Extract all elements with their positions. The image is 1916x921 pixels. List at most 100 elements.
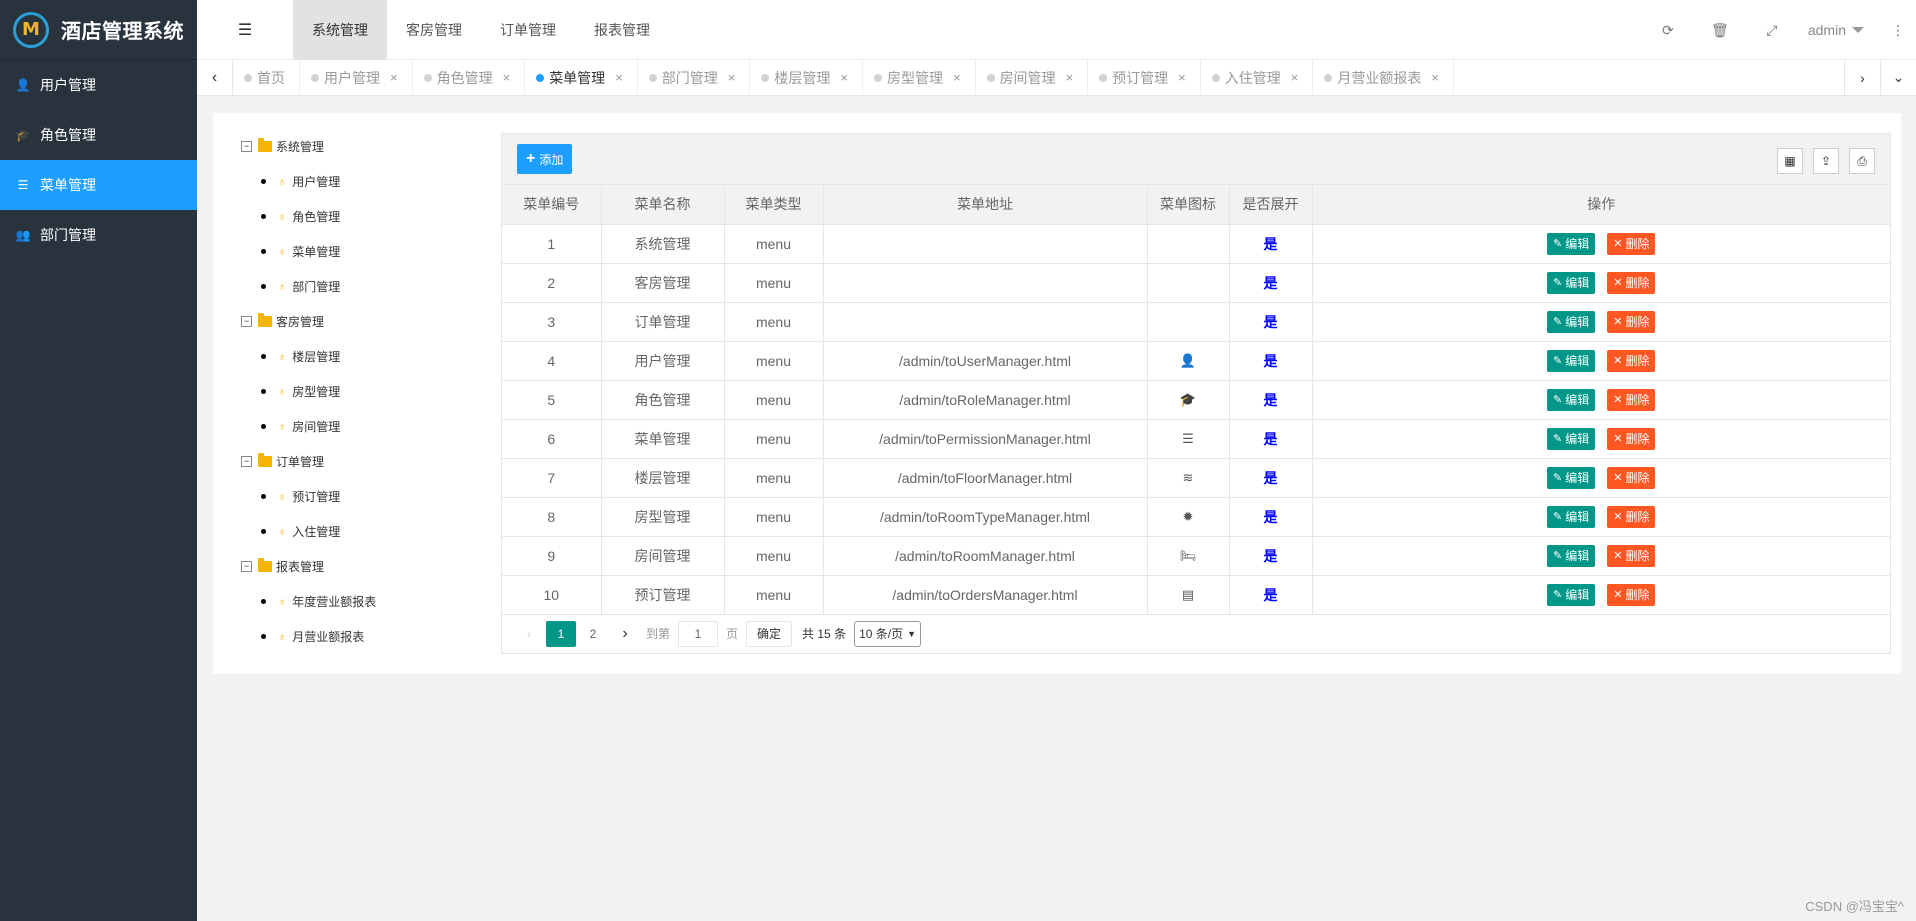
delete-button[interactable]: ✕ 删除 <box>1607 310 1656 333</box>
columns-filter-icon[interactable]: ▦ <box>1777 148 1803 174</box>
leaf-icon: ♁ <box>278 350 287 363</box>
top-nav-tab[interactable]: 客房管理 <box>387 0 481 60</box>
sidebar-item[interactable]: 👥 部门管理 <box>0 210 197 260</box>
edit-button[interactable]: ✎ 编辑 <box>1547 349 1596 372</box>
collapse-icon[interactable]: − <box>241 561 252 572</box>
sidebar-item[interactable]: 👤 用户管理 <box>0 60 197 110</box>
edit-button-label: 编辑 <box>1565 237 1590 251</box>
print-icon[interactable]: ⎙ <box>1849 148 1875 174</box>
user-menu[interactable]: admin <box>1798 22 1880 38</box>
page-size-select[interactable]: 10 条/页 ▼ <box>854 620 922 647</box>
collapse-icon[interactable]: − <box>241 141 252 152</box>
delete-button[interactable]: ✕ 删除 <box>1607 583 1656 606</box>
close-icon[interactable]: × <box>503 70 511 85</box>
page-tab[interactable]: 角色管理 × <box>413 59 526 96</box>
tree-node[interactable]: − 订单管理 <box>241 444 471 479</box>
page-number[interactable]: 2 <box>578 621 608 647</box>
page-tab[interactable]: 部门管理 × <box>638 59 751 96</box>
fullscreen-icon[interactable]: ⤢ <box>1746 0 1798 60</box>
page-tab[interactable]: 菜单管理 × <box>525 59 638 96</box>
edit-button[interactable]: ✎ 编辑 <box>1547 505 1596 528</box>
tree-leaf[interactable]: ♁ 入住管理 <box>241 514 471 549</box>
edit-button[interactable]: ✎ 编辑 <box>1547 427 1596 450</box>
edit-button[interactable]: ✎ 编辑 <box>1547 466 1596 489</box>
page-tab[interactable]: 首页 <box>233 59 300 96</box>
close-icon[interactable]: × <box>728 70 736 85</box>
tree-leaf[interactable]: ♁ 预订管理 <box>241 479 471 514</box>
close-icon[interactable]: × <box>953 70 961 85</box>
edit-button[interactable]: ✎ 编辑 <box>1547 271 1596 294</box>
add-button[interactable]: + 添加 <box>517 144 573 174</box>
leaf-icon: ♁ <box>278 175 287 188</box>
menu-expand-cell: 是 <box>1229 497 1313 537</box>
tree-leaf[interactable]: ♁ 用户管理 <box>241 164 471 199</box>
sidebar-item[interactable]: 🎓 角色管理 <box>0 110 197 160</box>
goto-confirm-button[interactable]: 确定 <box>746 620 793 647</box>
tree-leaf[interactable]: ♁ 年度营业额报表 <box>241 584 471 619</box>
edit-button[interactable]: ✎ 编辑 <box>1547 544 1596 567</box>
menu-icon-cell: ▤ <box>1147 575 1230 615</box>
tree-leaf[interactable]: ♁ 房间管理 <box>241 409 471 444</box>
tree-node[interactable]: − 报表管理 <box>241 549 471 584</box>
tabs-scroll-left-icon[interactable]: ‹ <box>197 59 233 96</box>
group-icon: 👥 <box>15 228 31 242</box>
close-icon[interactable]: × <box>840 70 848 85</box>
page-tab[interactable]: 房间管理 × <box>976 59 1089 96</box>
tree-node[interactable]: − 客房管理 <box>241 304 471 339</box>
delete-button[interactable]: ✕ 删除 <box>1607 349 1656 372</box>
trash-icon[interactable]: 🗑 <box>1694 0 1746 60</box>
menu-icon-cell: 👤 <box>1147 341 1230 381</box>
delete-button[interactable]: ✕ 删除 <box>1607 544 1656 567</box>
tree-node[interactable]: − 系统管理 <box>241 129 471 164</box>
expand-value: 是 <box>1263 313 1278 330</box>
row-actions: ✎ 编辑 ✕ 删除 <box>1313 505 1891 528</box>
page-tab[interactable]: 楼层管理 × <box>750 59 863 96</box>
edit-button[interactable]: ✎ 编辑 <box>1547 388 1596 411</box>
page-tab[interactable]: 用户管理 × <box>300 59 413 96</box>
page-number[interactable]: 1 <box>546 620 576 647</box>
page-tab[interactable]: 月营业额报表 × <box>1313 59 1454 96</box>
close-icon[interactable]: × <box>1431 70 1439 85</box>
top-nav-tab[interactable]: 订单管理 <box>481 0 575 60</box>
next-page-icon[interactable]: › <box>610 621 640 647</box>
close-icon[interactable]: × <box>390 70 398 85</box>
edit-button[interactable]: ✎ 编辑 <box>1547 232 1596 255</box>
tree-leaf[interactable]: ♁ 房型管理 <box>241 374 471 409</box>
page-tab[interactable]: 预订管理 × <box>1088 59 1201 96</box>
refresh-icon[interactable]: ⟳ <box>1642 0 1694 60</box>
more-icon[interactable]: ⋮ <box>1880 0 1916 60</box>
delete-button[interactable]: ✕ 删除 <box>1607 271 1656 294</box>
edit-button[interactable]: ✎ 编辑 <box>1547 310 1596 333</box>
tabs-menu-chevron-icon[interactable]: ⌄ <box>1880 59 1916 96</box>
prev-page-icon[interactable]: ‹ <box>514 621 544 647</box>
close-icon[interactable]: × <box>1178 70 1186 85</box>
page-tab[interactable]: 房型管理 × <box>863 59 976 96</box>
close-icon[interactable]: × <box>1291 70 1299 85</box>
top-nav-tab[interactable]: 系统管理 <box>293 0 387 60</box>
tree-leaf[interactable]: ♁ 角色管理 <box>241 199 471 234</box>
leaf-icon: ♁ <box>278 420 287 433</box>
tree-leaf[interactable]: ♁ 菜单管理 <box>241 234 471 269</box>
delete-button[interactable]: ✕ 删除 <box>1607 388 1656 411</box>
tree-leaf[interactable]: ♁ 部门管理 <box>241 269 471 304</box>
export-icon[interactable]: ⇪ <box>1813 148 1839 174</box>
tabs-scroll-right-icon[interactable]: › <box>1844 59 1880 96</box>
sidebar-item[interactable]: ☰ 菜单管理 <box>0 160 197 210</box>
close-icon[interactable]: × <box>1066 70 1074 85</box>
delete-button[interactable]: ✕ 删除 <box>1607 232 1656 255</box>
tab-status-dot-icon <box>761 73 770 82</box>
delete-button[interactable]: ✕ 删除 <box>1607 505 1656 528</box>
close-icon[interactable]: × <box>615 70 623 85</box>
menu-toggle-icon[interactable]: ☰ <box>197 0 293 60</box>
tree-leaf[interactable]: ♁ 月营业额报表 <box>241 619 471 654</box>
collapse-icon[interactable]: − <box>241 456 252 467</box>
tree-leaf[interactable]: ♁ 楼层管理 <box>241 339 471 374</box>
delete-button[interactable]: ✕ 删除 <box>1607 466 1656 489</box>
collapse-icon[interactable]: − <box>241 316 252 327</box>
page-tab[interactable]: 入住管理 × <box>1201 59 1314 96</box>
menu-type-cell: menu <box>724 263 824 303</box>
top-nav-tab[interactable]: 报表管理 <box>575 0 669 60</box>
goto-page-input[interactable]: 1 <box>678 620 719 647</box>
edit-button[interactable]: ✎ 编辑 <box>1547 583 1596 606</box>
delete-button[interactable]: ✕ 删除 <box>1607 427 1656 450</box>
